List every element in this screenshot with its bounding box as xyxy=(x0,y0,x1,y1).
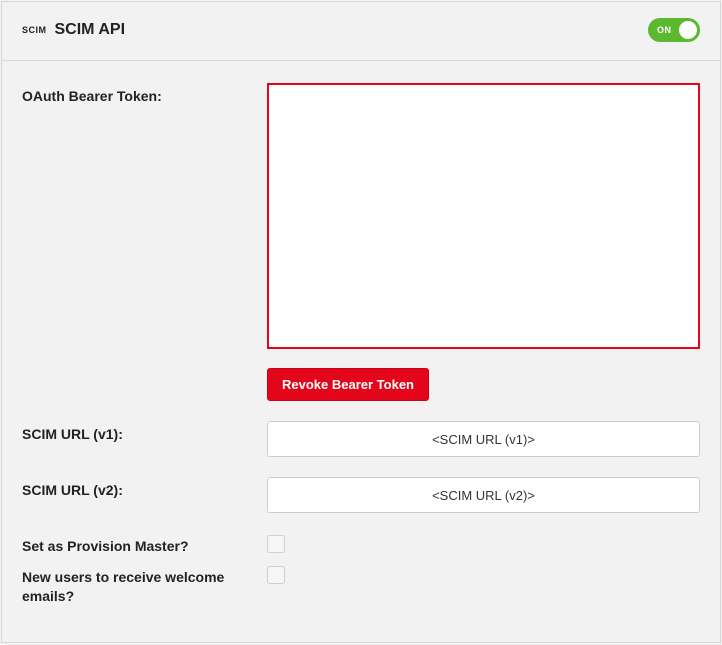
provision-master-label-col: Set as Provision Master? xyxy=(22,533,267,556)
scim-url-v2-row: SCIM URL (v2): xyxy=(22,477,700,513)
welcome-emails-control-col xyxy=(267,564,700,584)
oauth-control-col: Revoke Bearer Token xyxy=(267,83,700,401)
welcome-emails-label: New users to receive welcome emails? xyxy=(22,569,224,604)
toggle-on-label: ON xyxy=(657,25,672,35)
header-left: SCIM SCIM API xyxy=(22,21,125,39)
scim-url-v1-row: SCIM URL (v1): xyxy=(22,421,700,457)
oauth-token-label: OAuth Bearer Token: xyxy=(22,88,162,104)
scim-url-v2-label: SCIM URL (v2): xyxy=(22,482,123,498)
provision-master-row: Set as Provision Master? xyxy=(22,533,700,556)
oauth-bearer-token-input[interactable] xyxy=(267,83,700,349)
welcome-emails-row: New users to receive welcome emails? xyxy=(22,564,700,606)
scim-badge: SCIM xyxy=(22,25,47,35)
scim-url-v2-input[interactable] xyxy=(267,477,700,513)
welcome-emails-label-col: New users to receive welcome emails? xyxy=(22,564,267,606)
scim-v2-control-col xyxy=(267,477,700,513)
scim-url-v1-input[interactable] xyxy=(267,421,700,457)
scim-v2-label-col: SCIM URL (v2): xyxy=(22,477,267,500)
provision-master-control-col xyxy=(267,533,700,553)
welcome-emails-checkbox[interactable] xyxy=(267,566,285,584)
scim-api-panel: SCIM SCIM API ON OAuth Bearer Token: Rev… xyxy=(1,1,721,643)
revoke-bearer-token-button[interactable]: Revoke Bearer Token xyxy=(267,368,429,401)
oauth-token-row: OAuth Bearer Token: Revoke Bearer Token xyxy=(22,83,700,401)
page-title: SCIM API xyxy=(55,21,126,39)
scim-v1-control-col xyxy=(267,421,700,457)
scim-api-toggle[interactable]: ON xyxy=(648,18,700,42)
panel-content: OAuth Bearer Token: Revoke Bearer Token … xyxy=(2,61,720,624)
panel-header: SCIM SCIM API ON xyxy=(2,2,720,61)
scim-url-v1-label: SCIM URL (v1): xyxy=(22,426,123,442)
scim-v1-label-col: SCIM URL (v1): xyxy=(22,421,267,444)
toggle-knob-icon xyxy=(679,21,697,39)
provision-master-label: Set as Provision Master? xyxy=(22,538,189,554)
oauth-label-col: OAuth Bearer Token: xyxy=(22,83,267,106)
provision-master-checkbox[interactable] xyxy=(267,535,285,553)
